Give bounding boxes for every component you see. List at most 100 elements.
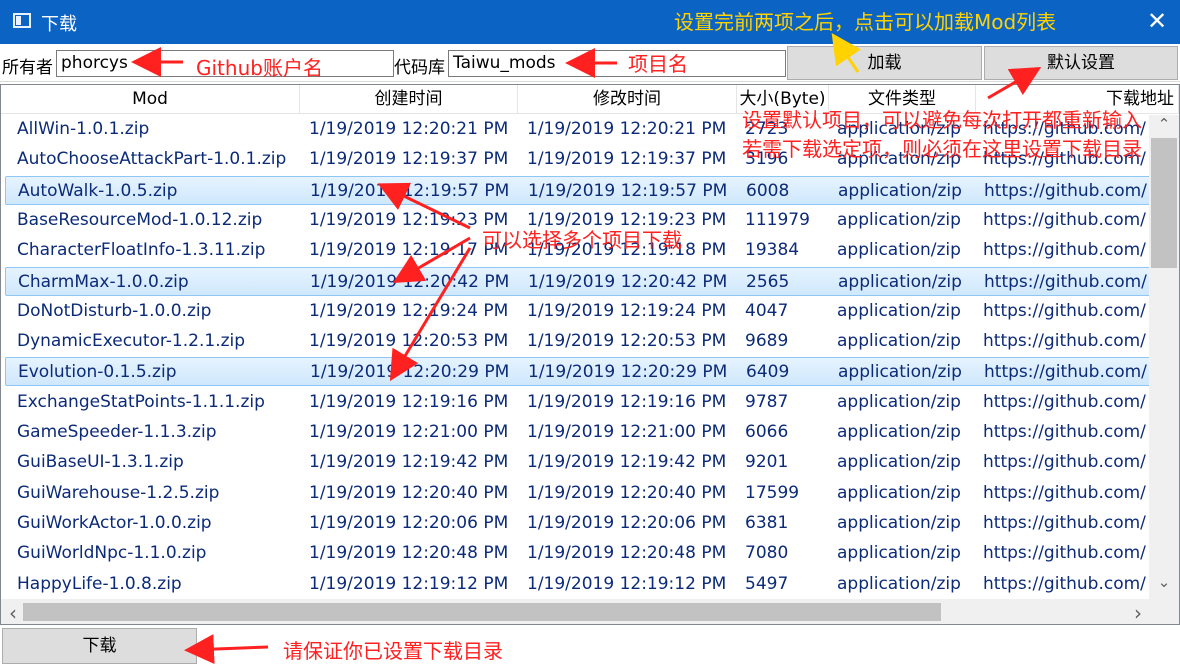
table-row[interactable]: ExchangeStatPoints-1.1.1.zip 1/19/2019 12… [5,388,1149,417]
table-row[interactable]: GuiWorkActor-1.0.0.zip 1/19/2019 12:20:06… [5,509,1149,538]
header-mod[interactable]: Mod [1,85,300,114]
cell-created: 1/19/2019 12:20:53 PM [309,331,509,352]
table-row[interactable]: GuiWorldNpc-1.1.0.zip 1/19/2019 12:20:48 … [5,539,1149,568]
mod-list[interactable]: Mod 创建时间 修改时间 大小(Byte) 文件类型 下载地址 AllWin-… [0,84,1180,625]
vertical-scrollbar[interactable]: ⌃ ⌄ [1149,115,1179,599]
cell-type: application/zip [837,512,961,533]
load-button[interactable]: 加载 [787,46,982,80]
owner-label: 所有者 [2,58,53,78]
cell-mod: GameSpeeder-1.1.3.zip [17,422,217,442]
cell-created: 1/19/2019 12:19:16 PM [309,391,509,412]
cell-type: application/zip [837,422,961,442]
cell-created: 1/19/2019 12:19:57 PM [310,180,510,201]
cell-size: 6008 [746,180,790,201]
cell-size: 19384 [745,240,800,261]
cell-mod: GuiWarehouse-1.2.5.zip [17,482,220,503]
cell-url: https://github.com/ [984,362,1147,383]
annotation-load-hint: 设置完前两项之后，点击可以加载Mod列表 [674,10,1057,34]
cell-type: application/zip [837,331,961,352]
cell-created: 1/19/2019 12:20:40 PM [309,482,509,503]
cell-mod: HappyLife-1.0.8.zip [17,573,182,594]
vertical-scroll-thumb[interactable] [1151,138,1177,268]
cell-created: 1/19/2019 12:20:21 PM [309,119,509,139]
cell-type: application/zip [837,300,961,321]
cell-url: https://github.com/ [983,543,1146,564]
cell-type: application/zip [837,543,961,564]
cell-url: https://github.com/ [983,209,1146,230]
table-row[interactable]: GameSpeeder-1.1.3.zip 1/19/2019 12:21:00 … [5,418,1149,447]
annotation-download: 请保证你已设置下载目录 [283,639,503,663]
cell-modified: 1/19/2019 12:19:57 PM [528,180,728,201]
table-row[interactable]: Evolution-0.1.5.zip 1/19/2019 12:20:29 PM… [5,357,1149,387]
scroll-right-icon[interactable]: › [1128,601,1148,624]
cell-size: 6066 [745,422,789,442]
cell-modified: 1/19/2019 12:20:21 PM [527,119,727,139]
repo-input[interactable]: Taiwu_mods [448,50,786,77]
cell-modified: 1/19/2019 12:19:24 PM [527,300,727,321]
cell-mod: AutoChooseAttackPart-1.0.1.zip [17,149,287,170]
toolbar: 所有者 phorcys Github账户名 代码库 Taiwu_mods 项目名… [0,44,1180,82]
annotation-default-line1: 设置默认项目，可以避免每次打开都重新输入 [742,108,1142,132]
cell-created: 1/19/2019 12:20:06 PM [309,512,509,533]
download-button[interactable]: 下载 [2,628,197,664]
annotation-default-line2: 若需下载选定项，则必须在这里设置下载目录 [742,137,1142,161]
cell-mod: DoNotDisturb-1.0.0.zip [17,300,212,321]
cell-url: https://github.com/ [983,331,1146,352]
scroll-left-icon[interactable]: ‹ [3,601,23,624]
horizontal-scroll-thumb[interactable] [23,603,941,621]
cell-url: https://github.com/ [983,391,1146,412]
window-icon [13,13,31,28]
cell-type: application/zip [837,391,961,412]
default-settings-button[interactable]: 默认设置 [984,46,1178,80]
cell-type: application/zip [837,209,961,230]
cell-mod: AllWin-1.0.1.zip [17,119,150,139]
cell-type: application/zip [838,271,962,292]
cell-size: 2565 [746,271,790,292]
cell-url: https://github.com/ [983,422,1146,442]
cell-type: application/zip [837,573,961,594]
cell-mod: DynamicExecutor-1.2.1.zip [17,331,246,352]
cell-created: 1/19/2019 12:21:00 PM [309,422,509,442]
cell-mod: GuiWorkActor-1.0.0.zip [17,512,212,533]
table-row[interactable]: GuiBaseUI-1.3.1.zip 1/19/2019 12:19:42 PM… [5,448,1149,477]
header-created[interactable]: 创建时间 [300,85,518,114]
cell-modified: 1/19/2019 12:19:16 PM [527,391,727,412]
cell-type: application/zip [837,240,961,261]
cell-modified: 1/19/2019 12:20:06 PM [527,512,727,533]
close-button[interactable]: ✕ [1134,0,1180,44]
header-modified[interactable]: 修改时间 [518,85,737,114]
cell-url: https://github.com/ [983,452,1146,473]
table-row[interactable]: DoNotDisturb-1.0.0.zip 1/19/2019 12:19:24… [5,297,1149,326]
annotation-multi-select: 可以选择多个项目下载 [482,228,682,252]
cell-created: 1/19/2019 12:19:37 PM [309,149,509,170]
cell-modified: 1/19/2019 12:20:29 PM [528,362,728,383]
cell-created: 1/19/2019 12:19:42 PM [309,452,509,473]
cell-size: 17599 [745,482,800,503]
scroll-down-icon[interactable]: ⌄ [1154,573,1174,591]
cell-type: application/zip [838,362,962,383]
table-row[interactable]: CharmMax-1.0.0.zip 1/19/2019 12:20:42 PM 1… [5,266,1149,296]
cell-type: application/zip [837,482,961,503]
cell-created: 1/19/2019 12:19:24 PM [309,300,509,321]
cell-mod: CharmMax-1.0.0.zip [18,271,189,292]
horizontal-scrollbar[interactable]: ‹ › [1,599,1179,624]
cell-mod: BaseResourceMod-1.0.12.zip [17,209,263,230]
table-row[interactable]: GuiWarehouse-1.2.5.zip 1/19/2019 12:20:40… [5,479,1149,508]
cell-size: 9201 [745,452,789,473]
cell-size: 6381 [745,512,789,533]
title-bar: 下载 设置完前两项之后，点击可以加载Mod列表 ✕ [0,0,1180,44]
table-row[interactable]: AutoWalk-1.0.5.zip 1/19/2019 12:19:57 PM 1… [5,175,1149,205]
scroll-up-icon[interactable]: ⌃ [1154,115,1174,133]
cell-created: 1/19/2019 12:20:42 PM [310,271,510,292]
cell-created: 1/19/2019 12:20:48 PM [309,543,509,564]
cell-mod: AutoWalk-1.0.5.zip [18,180,178,201]
cell-url: https://github.com/ [984,271,1147,292]
cell-modified: 1/19/2019 12:20:42 PM [528,271,728,292]
cell-mod: GuiBaseUI-1.3.1.zip [17,452,184,473]
table-row[interactable]: HappyLife-1.0.8.zip 1/19/2019 12:19:12 PM… [5,570,1149,599]
cell-type: application/zip [837,452,961,473]
cell-mod: Evolution-0.1.5.zip [18,362,177,383]
table-row[interactable]: DynamicExecutor-1.2.1.zip 1/19/2019 12:20… [5,327,1149,356]
cell-url: https://github.com/ [983,512,1146,533]
annotation-owner: Github账户名 [196,56,323,80]
